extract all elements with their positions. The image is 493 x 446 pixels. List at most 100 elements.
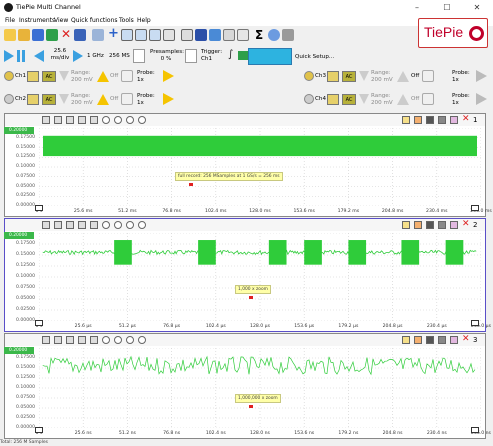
- ch4-coupling-value[interactable]: AC: [342, 94, 356, 105]
- panel-icon[interactable]: [237, 29, 249, 41]
- close-cross-icon[interactable]: [414, 336, 422, 344]
- color-icon[interactable]: [438, 116, 446, 124]
- globe-icon[interactable]: [268, 29, 280, 41]
- new-icon[interactable]: [4, 29, 16, 41]
- scope-plot-2[interactable]: [39, 233, 481, 321]
- delete-icon[interactable]: ✕: [61, 27, 71, 41]
- ch2-offset-icon[interactable]: [121, 93, 133, 105]
- menu-quick-functions[interactable]: Quick functions: [71, 17, 118, 24]
- close-cross-icon[interactable]: [414, 116, 422, 124]
- ch3-range-decrease-icon[interactable]: [359, 71, 369, 81]
- ch4-range-value[interactable]: 200 mV: [371, 100, 393, 107]
- settings-icon[interactable]: [138, 221, 146, 229]
- ch3-range-increase-icon[interactable]: [397, 71, 409, 82]
- ch4-off-label[interactable]: Off: [411, 96, 419, 103]
- settings-icon[interactable]: [282, 29, 294, 41]
- grid-icon[interactable]: [223, 29, 235, 41]
- ch4-enable-button[interactable]: [304, 94, 314, 104]
- bars-icon[interactable]: [90, 221, 98, 229]
- record-length[interactable]: 256 MS: [109, 53, 130, 60]
- grid-view-icon[interactable]: [78, 336, 86, 344]
- xy-scope-icon[interactable]: [121, 29, 133, 41]
- measure-icon[interactable]: [54, 336, 62, 344]
- ch2-range-decrease-icon[interactable]: [59, 94, 69, 104]
- zoom-out-icon[interactable]: [114, 116, 122, 124]
- zoom-marker[interactable]: [249, 296, 253, 299]
- cursor-icon[interactable]: [42, 116, 50, 124]
- measure-icon[interactable]: [54, 221, 62, 229]
- menu-view[interactable]: View: [54, 17, 68, 24]
- scope-window-3[interactable]: ✕ 3 0.20000 0.17500 0.15000 0.12500 0.10000 0.0…: [4, 333, 491, 439]
- note-icon[interactable]: [402, 336, 410, 344]
- print-icon[interactable]: [74, 29, 86, 41]
- ch3-range-value[interactable]: 200 mV: [371, 77, 393, 84]
- ch3-coupling-icon[interactable]: [327, 71, 339, 82]
- zoom-in-icon[interactable]: [102, 116, 110, 124]
- grid-view-icon[interactable]: [78, 221, 86, 229]
- ch1-range-value[interactable]: 200 mV: [71, 77, 93, 84]
- quick-setup-graphic[interactable]: [248, 48, 292, 65]
- zoom-reset-icon[interactable]: [126, 336, 134, 344]
- scope-window-2[interactable]: ✕ 2 0.20000 0.17500 0.15000 0.12500 0.10000 0.0…: [4, 218, 491, 332]
- ch1-probe-icon[interactable]: [163, 70, 174, 82]
- table-icon[interactable]: [181, 29, 193, 41]
- timebase-increase-icon[interactable]: [73, 50, 83, 62]
- scope-close-icon[interactable]: ✕: [462, 334, 470, 344]
- ch1-off-label[interactable]: Off: [110, 73, 118, 80]
- scope-plot-3[interactable]: [39, 348, 481, 428]
- ch3-enable-button[interactable]: [304, 71, 314, 81]
- ch3-offset-icon[interactable]: [422, 70, 434, 82]
- zoom-reset-icon[interactable]: [126, 116, 134, 124]
- scope-plot-1[interactable]: [39, 128, 481, 206]
- ch2-coupling-icon[interactable]: [27, 94, 39, 105]
- ch4-probe-value[interactable]: 1x: [452, 100, 470, 107]
- scroll-right-icon[interactable]: [471, 205, 479, 211]
- zoom-in-icon[interactable]: [102, 336, 110, 344]
- ch2-coupling-value[interactable]: AC: [42, 94, 56, 105]
- scroll-left-icon[interactable]: [35, 205, 43, 211]
- zoom-out-icon[interactable]: [114, 221, 122, 229]
- ch3-probe-value[interactable]: 1x: [452, 77, 470, 84]
- scroll-left-icon[interactable]: [35, 320, 43, 326]
- settings-icon[interactable]: [138, 336, 146, 344]
- start-icon[interactable]: [4, 50, 14, 62]
- zoom-out-icon[interactable]: [114, 336, 122, 344]
- trigger-value[interactable]: Ch1: [201, 56, 222, 63]
- ch2-probe-value[interactable]: 1x: [137, 100, 155, 107]
- meter-icon[interactable]: [163, 29, 175, 41]
- ch3-off-label[interactable]: Off: [411, 73, 419, 80]
- note-icon[interactable]: [402, 116, 410, 124]
- grid-view-icon[interactable]: [78, 116, 86, 124]
- zoom-reset-icon[interactable]: [126, 221, 134, 229]
- menu-instruments[interactable]: Instruments: [19, 17, 55, 24]
- yt-scope-icon[interactable]: [135, 29, 147, 41]
- note-icon[interactable]: [402, 221, 410, 229]
- scope-close-icon[interactable]: ✕: [462, 219, 470, 229]
- zoom-marker[interactable]: [249, 405, 253, 408]
- maximize-button[interactable]: ☐: [433, 0, 461, 15]
- settings-icon[interactable]: [138, 116, 146, 124]
- minimize-button[interactable]: –: [403, 0, 431, 15]
- add-icon[interactable]: +: [108, 26, 119, 41]
- sample-rate[interactable]: 1 GHz: [87, 53, 104, 60]
- ch4-range-decrease-icon[interactable]: [359, 94, 369, 104]
- ch2-enable-button[interactable]: [4, 94, 14, 104]
- fft-view-icon[interactable]: [66, 336, 74, 344]
- generator-icon[interactable]: [209, 29, 221, 41]
- scroll-right-icon[interactable]: [471, 320, 479, 326]
- ch4-offset-icon[interactable]: [422, 93, 434, 105]
- close-cross-icon[interactable]: [414, 221, 422, 229]
- scroll-left-icon[interactable]: [35, 427, 43, 433]
- ch2-off-label[interactable]: Off: [110, 96, 118, 103]
- ch4-coupling-icon[interactable]: [327, 94, 339, 105]
- ch3-probe-icon[interactable]: [476, 70, 487, 82]
- presamples-icon[interactable]: [133, 49, 145, 63]
- color-icon[interactable]: [438, 221, 446, 229]
- color-icon[interactable]: [438, 336, 446, 344]
- trigger-edge-icon[interactable]: ∫: [228, 49, 233, 60]
- bars-icon[interactable]: [90, 336, 98, 344]
- ch1-probe-value[interactable]: 1x: [137, 77, 155, 84]
- cursor-icon[interactable]: [42, 221, 50, 229]
- presamples-value[interactable]: 0 %: [150, 56, 182, 63]
- menu-tools[interactable]: Tools: [119, 17, 134, 24]
